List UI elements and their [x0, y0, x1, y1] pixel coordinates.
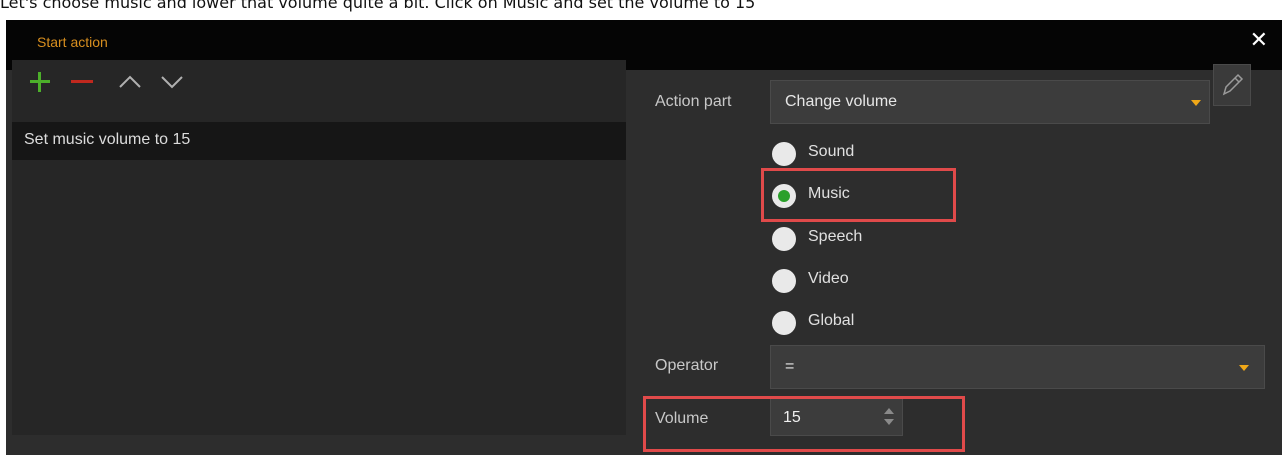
operator-dropdown[interactable]: = — [770, 345, 1265, 389]
radio-circle — [772, 269, 796, 293]
dropdown-arrow-icon — [1191, 100, 1201, 106]
radio-label-global: Global — [808, 312, 855, 329]
dialog-title: Start action — [37, 34, 108, 50]
instruction-text: Let's choose music and lower that volume… — [0, 0, 756, 12]
chevron-up-icon[interactable] — [116, 68, 144, 96]
action-list-panel: Set music volume to 15 — [12, 60, 626, 435]
radio-label-speech: Speech — [808, 228, 863, 245]
radio-sound[interactable]: Sound — [766, 140, 946, 168]
radio-label-music: Music — [808, 185, 850, 202]
dropdown-arrow-icon — [1239, 365, 1249, 371]
edit-button[interactable] — [1213, 64, 1251, 106]
radio-circle — [772, 184, 796, 208]
action-part-dropdown[interactable]: Change volume — [770, 80, 1210, 124]
volume-label: Volume — [655, 410, 709, 427]
radio-music[interactable]: Music — [766, 182, 946, 210]
radio-speech[interactable]: Speech — [766, 225, 946, 253]
close-icon[interactable]: ✕ — [1250, 28, 1268, 53]
volume-value: 15 — [783, 409, 801, 426]
action-part-value: Change volume — [785, 93, 898, 110]
list-toolbar — [12, 60, 626, 108]
plus-icon[interactable] — [26, 68, 54, 96]
radio-label-video: Video — [808, 270, 849, 287]
action-part-label: Action part — [655, 93, 732, 110]
minus-icon[interactable] — [68, 68, 96, 96]
radio-selected-dot — [778, 190, 790, 202]
spin-up-icon[interactable] — [884, 408, 894, 414]
chevron-down-icon[interactable] — [158, 68, 186, 96]
list-item-label: Set music volume to 15 — [24, 131, 191, 148]
radio-global[interactable]: Global — [766, 309, 946, 337]
operator-value: = — [785, 358, 795, 375]
spin-down-icon[interactable] — [884, 419, 894, 425]
radio-circle — [772, 142, 796, 166]
list-item[interactable]: Set music volume to 15 — [12, 122, 626, 160]
radio-label-sound: Sound — [808, 143, 855, 160]
radio-video[interactable]: Video — [766, 267, 946, 295]
radio-circle — [772, 311, 796, 335]
volume-input[interactable]: 15 — [770, 398, 903, 436]
operator-label: Operator — [655, 357, 719, 374]
pencil-icon — [1222, 73, 1244, 96]
radio-circle — [772, 227, 796, 251]
